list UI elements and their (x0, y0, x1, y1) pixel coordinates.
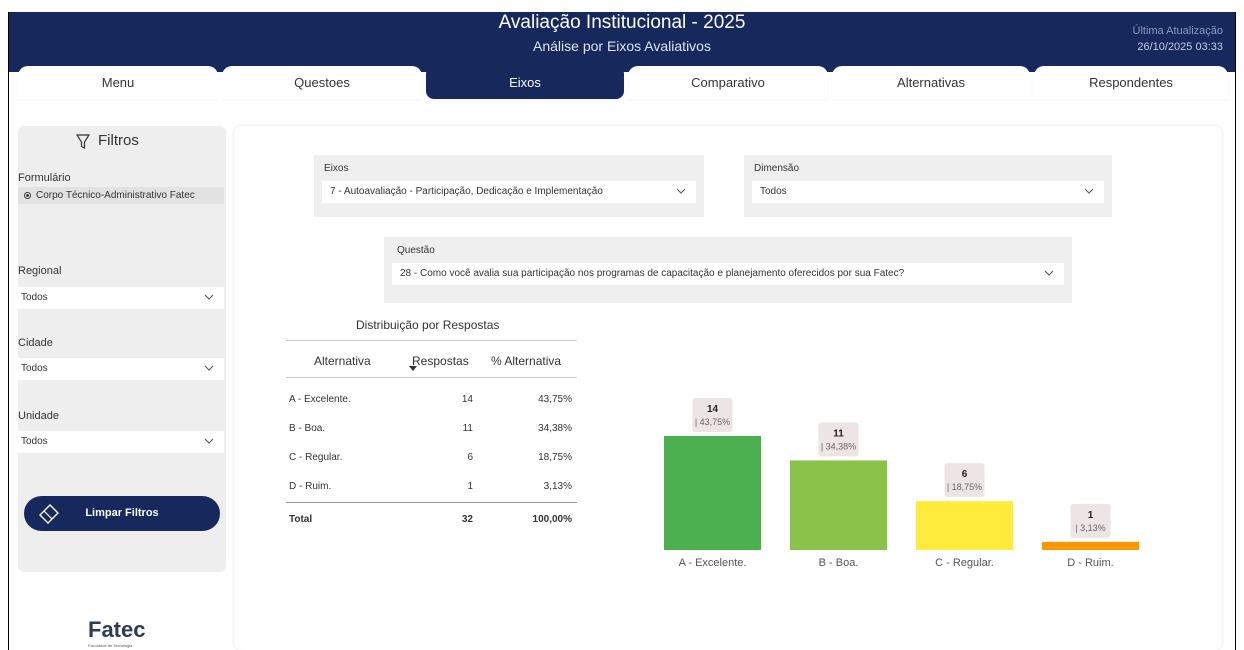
cell-alternativa: A - Excelente. (289, 394, 351, 405)
table-row: B - Boa. 11 34,38% (286, 415, 577, 443)
regional-label: Regional (18, 265, 62, 277)
fatec-logo-subtitle: Faculdade de Tecnologia (88, 643, 133, 648)
data-label-pct: | 18,75% (947, 482, 982, 492)
responses-bar-chart: 14 | 43,75% A - Excelente. 11 | 34,38% B - Bo… (664, 398, 1139, 569)
cell-alternativa: C - Regular. (289, 452, 343, 463)
tab-bar: Menu Questoes Eixos Comparativo Alternat… (18, 66, 1228, 100)
data-label-value: 14 (707, 404, 719, 415)
table-row: C - Regular. 6 18,75% (286, 444, 577, 472)
last-update-value: 26/10/2025 03:33 (1137, 41, 1223, 53)
unidade-dropdown[interactable]: Todos (18, 431, 224, 453)
chevron-down-icon (204, 365, 214, 371)
data-label-pct: | 3,13% (1075, 523, 1105, 533)
data-label-pct: | 34,38% (821, 441, 856, 451)
chevron-down-icon (204, 294, 214, 300)
unidade-value: Todos (21, 436, 48, 447)
cell-alternativa: D - Ruim. (289, 481, 332, 492)
bar[interactable] (790, 460, 887, 550)
clear-filters-label: Limpar Filtros (85, 507, 159, 519)
cidade-value: Todos (21, 363, 48, 374)
x-tick-label: C - Regular. (935, 557, 994, 569)
table-total-row: Total 32 100,00% (286, 502, 577, 532)
questao-value: 28 - Como você avalia sua participação n… (400, 268, 905, 279)
data-label-value: 1 (1088, 510, 1094, 521)
unidade-label: Unidade (18, 410, 59, 422)
cell-respostas: 11 (462, 423, 473, 434)
page-frame: Avaliação Institucional - 2025 Análise p… (0, 0, 1244, 650)
header-respostas[interactable]: Respostas (412, 354, 469, 368)
chevron-down-icon (676, 188, 686, 194)
total-pct: 100,00% (532, 514, 572, 525)
cell-respostas: 1 (467, 481, 473, 492)
questao-label: Questão (397, 245, 435, 256)
chevron-down-icon (204, 438, 214, 444)
funnel-icon (76, 134, 90, 149)
eraser-icon (39, 504, 59, 524)
total-respostas: 32 (461, 514, 473, 525)
cell-pct: 43,75% (538, 394, 572, 405)
tab-respondentes[interactable]: Respondentes (1034, 66, 1228, 99)
cell-pct: 3,13% (543, 481, 572, 492)
tab-menu[interactable]: Menu (18, 66, 218, 99)
total-label: Total (289, 514, 313, 525)
formulario-option[interactable]: Corpo Técnico-Administrativo Fatec (18, 187, 224, 204)
questao-slicer: Questão 28 - Como você avalia sua partic… (384, 237, 1072, 303)
header-alternativa[interactable]: Alternativa (314, 354, 371, 368)
sort-desc-icon[interactable] (409, 366, 417, 371)
dimensao-slicer: Dimensão Todos (744, 155, 1112, 217)
chevron-down-icon (1084, 188, 1094, 194)
regional-value: Todos (21, 292, 48, 303)
fatec-logo: Fatec (88, 617, 146, 642)
table-header: Alternativa Respostas % Alternativa (286, 340, 577, 378)
table-row: D - Ruim. 1 3,13% (286, 473, 577, 501)
eixos-dropdown[interactable]: 7 - Autoavaliação - Participação, Dedica… (322, 181, 696, 203)
cidade-label: Cidade (18, 337, 53, 349)
data-label-pct: | 43,75% (695, 417, 730, 427)
data-label-value: 11 (833, 428, 844, 439)
cell-alternativa: B - Boa. (289, 423, 326, 434)
formulario-option-label: Corpo Técnico-Administrativo Fatec (36, 190, 195, 201)
cidade-dropdown[interactable]: Todos (18, 358, 224, 380)
page-subtitle: Análise por Eixos Avaliativos (533, 38, 711, 54)
questao-dropdown[interactable]: 28 - Como você avalia sua participação n… (392, 263, 1064, 285)
eixos-slicer: Eixos 7 - Autoavaliação - Participação, … (314, 155, 704, 217)
data-label-value: 6 (962, 469, 968, 480)
tab-questoes[interactable]: Questoes (222, 66, 422, 99)
header-pct-alternativa[interactable]: % Alternativa (491, 354, 561, 368)
page-title: Avaliação Institucional - 2025 (498, 12, 746, 33)
bar[interactable] (664, 436, 761, 550)
cell-pct: 34,38% (538, 423, 572, 434)
right-border (1235, 12, 1236, 650)
cell-respostas: 14 (461, 394, 473, 405)
header-bar: Avaliação Institucional - 2025 Análise p… (9, 12, 1235, 72)
tab-alternativas[interactable]: Alternativas (832, 66, 1030, 99)
x-tick-label: A - Excelente. (679, 557, 747, 569)
bar[interactable] (916, 501, 1013, 550)
bar[interactable] (1042, 541, 1139, 550)
chevron-down-icon (1044, 270, 1054, 276)
table-row: A - Excelente. 14 43,75% (286, 386, 577, 414)
dimensao-label: Dimensão (754, 163, 800, 174)
cell-respostas: 6 (467, 452, 473, 463)
cell-pct: 18,75% (538, 452, 572, 463)
dimensao-dropdown[interactable]: Todos (752, 181, 1104, 203)
radio-selected-icon[interactable] (24, 192, 31, 199)
eixos-label: Eixos (324, 163, 349, 174)
x-tick-label: D - Ruim. (1067, 557, 1113, 569)
regional-dropdown[interactable]: Todos (18, 287, 224, 309)
filters-sidebar: Filtros Formulário Corpo Técnico-Adminis… (18, 126, 226, 572)
eixos-value: 7 - Autoavaliação - Participação, Dedica… (330, 186, 603, 197)
clear-filters-button[interactable]: Limpar Filtros (24, 496, 220, 531)
tab-eixos[interactable]: Eixos (426, 66, 624, 99)
tab-comparativo[interactable]: Comparativo (628, 66, 828, 99)
x-tick-label: B - Boa. (819, 557, 859, 569)
left-border (8, 12, 9, 650)
table-title: Distribuição por Respostas (356, 318, 500, 332)
filters-title: Filtros (98, 132, 139, 149)
dimensao-value: Todos (760, 186, 787, 197)
last-update-label: Última Atualização (1132, 25, 1224, 37)
formulario-label: Formulário (18, 172, 71, 184)
